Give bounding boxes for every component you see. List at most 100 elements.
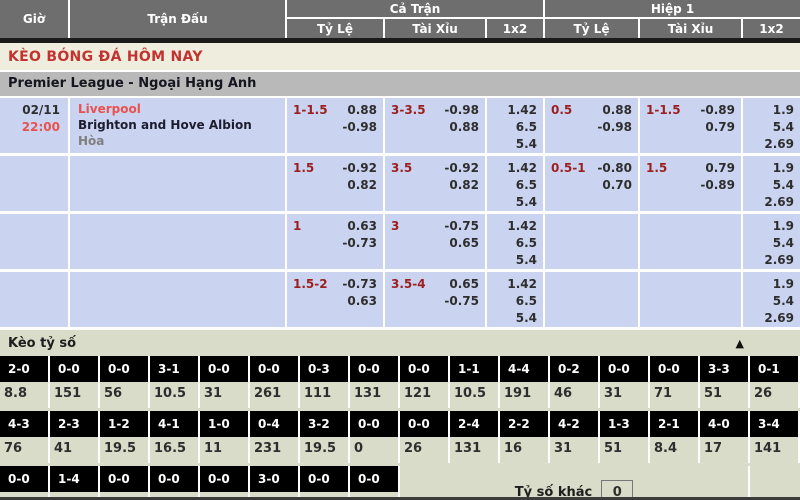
page-title: KÈO BÓNG ĐÁ HÔM NAY — [0, 43, 800, 70]
score-odds-cell[interactable]: 3-219.5 — [300, 411, 350, 463]
score-odds-cell[interactable]: 0-056 — [100, 356, 150, 408]
score-odds-cell[interactable]: 4-4191 — [500, 356, 550, 408]
score-odds-cell[interactable]: 1-351 — [600, 411, 650, 463]
ft-handicap-cell[interactable]: 1.5-2-0.73 0.63 — [287, 272, 385, 330]
score-label: 4-4 — [500, 356, 548, 382]
score-odds-cell[interactable]: 0-3111 — [300, 356, 350, 408]
handicap-line: 0.5 — [551, 102, 572, 119]
score-odds-cell[interactable]: 2-4131 — [450, 411, 500, 463]
col-header-ft-overunder: Tài Xỉu — [385, 19, 487, 38]
collapse-arrow-icon[interactable]: ▲ — [736, 337, 744, 350]
score-label: 2-3 — [50, 411, 98, 437]
odds-2: 5.4 — [487, 136, 537, 153]
score-odds-value: 26 — [400, 437, 448, 463]
score-odds-value: 51 — [600, 437, 648, 463]
overunder-line: 1.5 — [646, 160, 667, 177]
score-odds-cell[interactable]: 0-4231 — [250, 411, 300, 463]
score-label: 0-1 — [750, 356, 798, 382]
score-odds-cell[interactable]: 0-0221 — [150, 466, 200, 500]
score-odds-cell[interactable]: 0-126 — [750, 356, 800, 408]
odds-top: 0.88 — [347, 102, 377, 119]
ft-overunder-cell[interactable]: 3.5-0.92 0.82 — [385, 156, 487, 214]
ft-overunder-cell[interactable]: 3.5-40.65 -0.75 — [385, 272, 487, 330]
ft-handicap-cell[interactable]: 10.63 -0.73 — [287, 214, 385, 272]
score-odds-cell[interactable]: 0-0151 — [200, 466, 250, 500]
score-odds-cell[interactable]: 0-0211 — [100, 466, 150, 500]
odds-top: -0.80 — [597, 160, 632, 177]
h1-handicap-cell[interactable]: 0.50.88 -0.98 — [545, 98, 640, 156]
score-odds-cell[interactable]: 0-0271 — [0, 466, 50, 500]
score-row: 4-3762-3411-219.54-116.51-0110-42313-219… — [0, 411, 800, 463]
score-odds-cell[interactable]: 0-0261 — [250, 356, 300, 408]
h1-overunder-cell[interactable]: 1.50.79 -0.89 — [640, 156, 743, 214]
score-label: 0-0 — [0, 466, 48, 492]
col-header-ft-handicap: Tỷ Lệ — [287, 19, 385, 38]
h1-1x2-cell[interactable]: 1.9 5.4 2.69 — [743, 98, 800, 156]
score-odds-cell[interactable]: 4-017 — [700, 411, 750, 463]
score-label: 4-3 — [0, 411, 48, 437]
odds-2: 5.4 — [487, 310, 537, 327]
h1-1x2-cell[interactable]: 1.9 5.4 2.69 — [743, 156, 800, 214]
score-odds-cell[interactable]: 1-219.5 — [100, 411, 150, 463]
score-odds-cell[interactable]: 4-116.5 — [150, 411, 200, 463]
score-odds-cell[interactable]: 0-0151 — [50, 356, 100, 408]
ft-overunder-cell[interactable]: 3 -0.75 0.65 — [385, 214, 487, 272]
odds-bottom: 0.65 — [391, 235, 479, 252]
h1-1x2-cell[interactable]: 1.9 5.4 2.69 — [743, 272, 800, 330]
score-label: 0-0 — [250, 356, 298, 382]
score-odds-cell[interactable]: 1-4141 — [50, 466, 100, 500]
score-odds-cell[interactable]: 2-341 — [50, 411, 100, 463]
score-odds-cell[interactable]: 0-00 — [350, 411, 400, 463]
score-odds-cell[interactable]: 0-031 — [600, 356, 650, 408]
score-label: 0-0 — [50, 356, 98, 382]
score-odds-value: 41 — [50, 437, 98, 463]
score-odds-cell[interactable]: 2-08.8 — [0, 356, 50, 408]
score-odds-cell[interactable]: 0-246 — [550, 356, 600, 408]
ft-1x2-cell[interactable]: 1.42 6.5 5.4 — [487, 214, 545, 272]
h1-overunder-cell — [640, 214, 743, 272]
odds-table: 02/11 22:00 Liverpool Brighton and Hove … — [0, 98, 800, 330]
ft-overunder-cell[interactable]: 3-3.5-0.98 0.88 — [385, 98, 487, 156]
odds-bottom: -0.98 — [293, 119, 377, 136]
score-odds-cell[interactable]: 3-351 — [700, 356, 750, 408]
score-odds-cell[interactable]: 2-216 — [500, 411, 550, 463]
score-label: 0-0 — [100, 466, 148, 492]
odds-1: 1.42 — [487, 276, 537, 293]
h1-overunder-cell[interactable]: 1-1.5-0.89 0.79 — [640, 98, 743, 156]
score-odds-value: 31 — [600, 382, 648, 408]
score-odds-cell[interactable]: 1-011 — [200, 411, 250, 463]
score-odds-cell[interactable]: 0-0121 — [400, 356, 450, 408]
h1-handicap-cell[interactable]: 0.5-1-0.80 0.70 — [545, 156, 640, 214]
score-label: 1-4 — [50, 466, 98, 492]
score-label: 4-1 — [150, 411, 198, 437]
ft-handicap-cell[interactable]: 1-1.50.88 -0.98 — [287, 98, 385, 156]
overunder-line: 3 — [391, 218, 399, 235]
score-odds-cell[interactable]: 3-110.5 — [150, 356, 200, 408]
ft-handicap-cell[interactable]: 1.5-0.92 0.82 — [287, 156, 385, 214]
score-odds-cell[interactable]: 0-031 — [200, 356, 250, 408]
score-label: 1-1 — [450, 356, 498, 382]
score-odds-cell[interactable]: 4-231 — [550, 411, 600, 463]
odds-row: 1.5-2-0.73 0.63 3.5-40.65 -0.75 1.42 6.5… — [0, 272, 800, 330]
ft-1x2-cell[interactable]: 1.42 6.5 5.4 — [487, 98, 545, 156]
score-label: 3-4 — [750, 411, 798, 437]
odds-top: -0.75 — [444, 218, 479, 235]
score-odds-cell[interactable]: 0-071 — [650, 356, 700, 408]
score-odds-cell[interactable]: 0-071 — [300, 466, 350, 500]
other-score-cell[interactable]: Tỷ số khác 0 — [400, 466, 750, 500]
spacer — [750, 466, 798, 500]
score-odds-cell[interactable]: 3-010.5 — [250, 466, 300, 500]
score-odds-cell[interactable]: 1-110.5 — [450, 356, 500, 408]
score-odds-cell[interactable]: 2-18.4 — [650, 411, 700, 463]
teams-cell: Liverpool Brighton and Hove Albion Hòa — [70, 98, 287, 156]
score-odds-cell[interactable]: 0-0271 — [350, 466, 400, 500]
score-odds-cell[interactable]: 0-0131 — [350, 356, 400, 408]
score-label: 0-0 — [400, 411, 448, 437]
h1-1x2-cell[interactable]: 1.9 5.4 2.69 — [743, 214, 800, 272]
score-odds-cell[interactable]: 4-376 — [0, 411, 50, 463]
score-cells: 0-02711-41410-02110-02210-01513-010.50-0… — [0, 466, 400, 500]
ft-1x2-cell[interactable]: 1.42 6.5 5.4 — [487, 272, 545, 330]
score-odds-cell[interactable]: 3-4141 — [750, 411, 800, 463]
ft-1x2-cell[interactable]: 1.42 6.5 5.4 — [487, 156, 545, 214]
score-odds-cell[interactable]: 0-026 — [400, 411, 450, 463]
